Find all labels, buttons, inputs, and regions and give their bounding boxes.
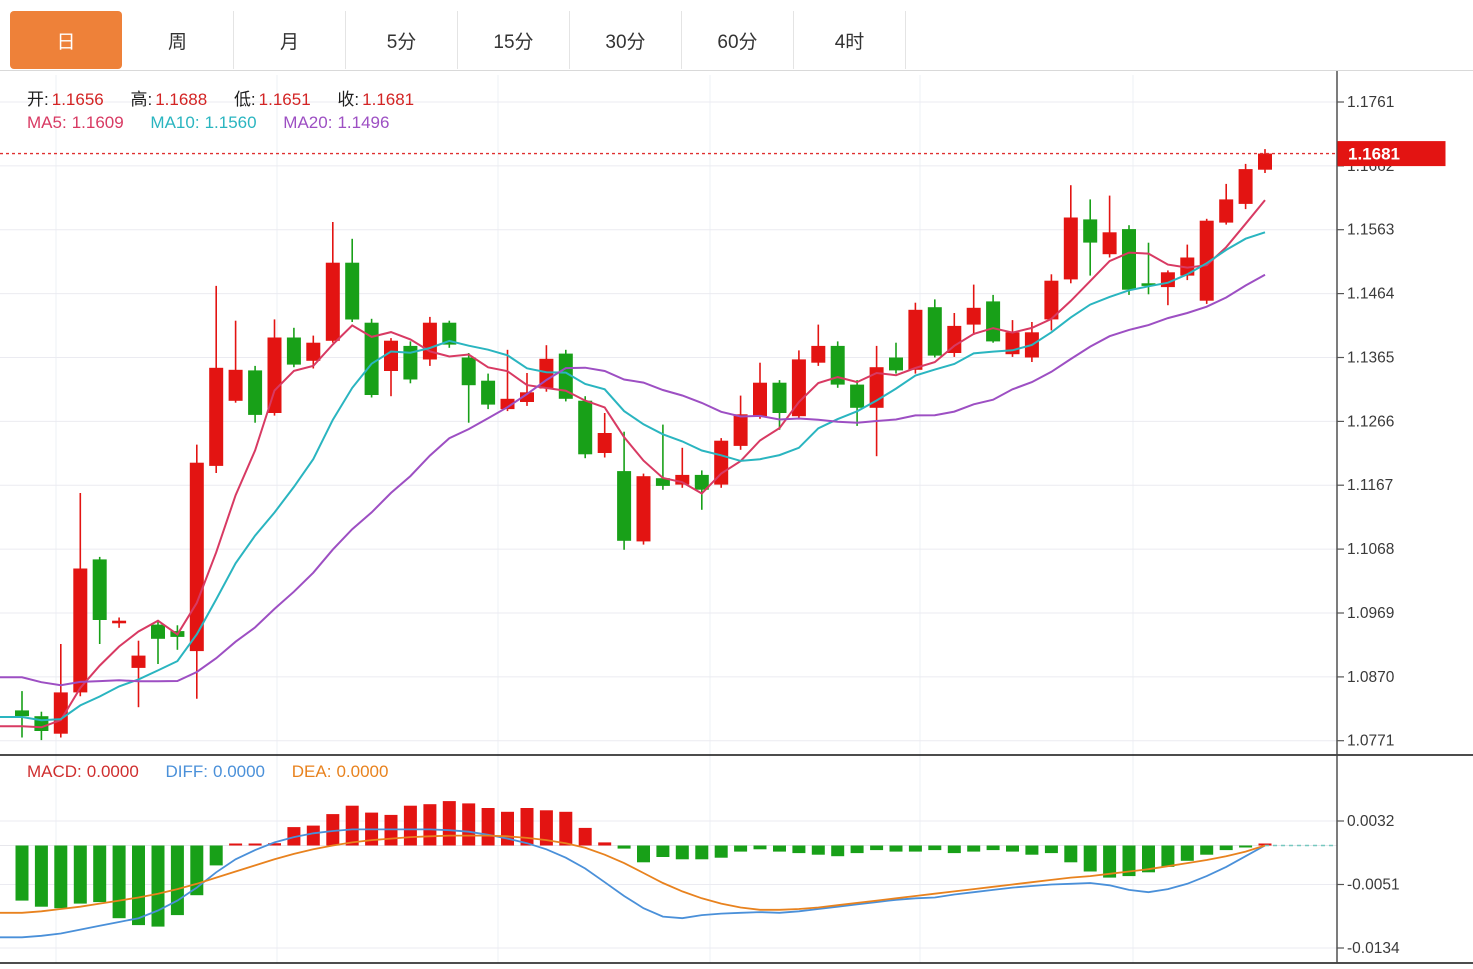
diff-value: 0.0000 xyxy=(213,762,265,781)
tab-4hour[interactable]: 4时 xyxy=(794,11,906,69)
y-axis-label: 1.0969 xyxy=(1347,605,1394,622)
dea-value: 0.0000 xyxy=(336,762,388,781)
main-y-axis: 1.17611.16621.15631.14641.13651.12661.11… xyxy=(1337,94,1395,750)
ma10-label: MA10: xyxy=(150,113,199,132)
y-axis-label: 1.1761 xyxy=(1347,94,1394,111)
tab-15min[interactable]: 15分 xyxy=(458,11,570,69)
macd-y-axis: 0.0032 -0.0051 -0.0134 xyxy=(1337,813,1400,957)
candlestick-series xyxy=(15,149,1272,740)
diff-label: DIFF: xyxy=(166,762,209,781)
macd-axis-label: -0.0051 xyxy=(1347,877,1400,894)
y-axis-label: 1.1563 xyxy=(1347,222,1394,239)
ma10-line xyxy=(0,232,1265,720)
macd-value: 0.0000 xyxy=(87,762,139,781)
y-axis-label: 1.0870 xyxy=(1347,669,1395,686)
high-value: 1.1688 xyxy=(155,90,207,109)
tab-60min[interactable]: 60分 xyxy=(682,11,794,69)
svg-text:1.1681: 1.1681 xyxy=(1348,145,1400,164)
open-value: 1.1656 xyxy=(52,90,104,109)
tab-30min[interactable]: 30分 xyxy=(570,11,682,69)
y-axis-label: 1.1167 xyxy=(1347,477,1393,494)
low-label: 低: xyxy=(234,90,256,109)
period-tabbar: 日周月5分15分30分60分4时 xyxy=(10,11,906,69)
tab-month[interactable]: 月 xyxy=(234,11,346,69)
tabbar-underline xyxy=(0,70,1473,71)
y-axis-label: 1.1068 xyxy=(1347,541,1394,558)
dea-label: DEA: xyxy=(292,762,332,781)
ma20-value: 1.1496 xyxy=(337,113,389,132)
chart-page: { "toolbar": { "tabs": [ {"label": "日", … xyxy=(0,0,1473,969)
current-price-badge: 1.1681 xyxy=(1338,141,1446,166)
y-axis-label: 1.1365 xyxy=(1347,350,1394,367)
ma5-value: 1.1609 xyxy=(72,113,124,132)
ma5-label: MA5: xyxy=(27,113,67,132)
ohlc-legend: 开:1.1656 高:1.1688 低:1.1651 收:1.1681 xyxy=(27,85,436,110)
tab-day[interactable]: 日 xyxy=(10,11,122,69)
macd-label: MACD: xyxy=(27,762,82,781)
close-label: 收: xyxy=(337,90,359,109)
ma10-value: 1.1560 xyxy=(205,113,257,132)
tab-5min[interactable]: 5分 xyxy=(346,11,458,69)
y-axis-label: 1.0771 xyxy=(1347,733,1394,750)
ma-legend: MA5: 1.1609 MA10: 1.1560 MA20: 1.1496 xyxy=(27,113,411,133)
low-value: 1.1651 xyxy=(259,90,311,109)
macd-legend: MACD:0.0000 DIFF:0.0000 DEA:0.0000 xyxy=(27,762,410,782)
open-label: 开: xyxy=(27,90,49,109)
y-axis-label: 1.1266 xyxy=(1347,413,1394,430)
y-axis-label: 1.1464 xyxy=(1347,286,1395,303)
macd-axis-label: -0.0134 xyxy=(1347,940,1400,957)
ma20-label: MA20: xyxy=(283,113,332,132)
tab-week[interactable]: 周 xyxy=(122,11,234,69)
close-value: 1.1681 xyxy=(362,90,414,109)
high-label: 高: xyxy=(130,90,152,109)
macd-axis-label: 0.0032 xyxy=(1347,813,1394,830)
ma20-line xyxy=(0,275,1265,685)
